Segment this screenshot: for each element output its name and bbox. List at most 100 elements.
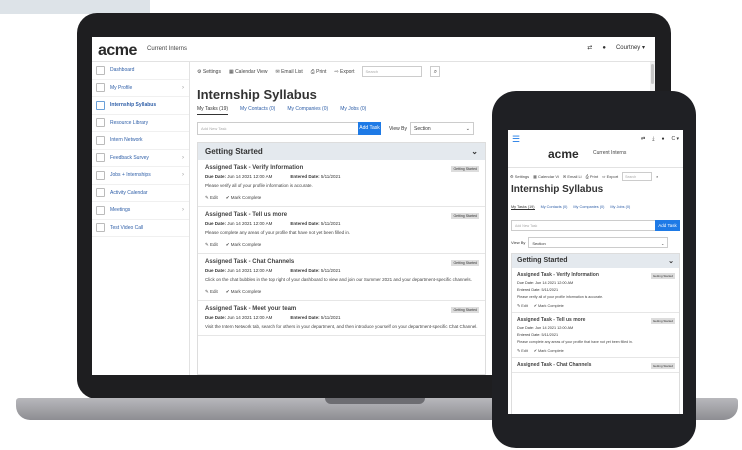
view-by-value: Section: [532, 241, 546, 246]
mark-complete-button[interactable]: ✔ Mark Complete: [534, 348, 564, 353]
download-icon[interactable]: ⤓: [652, 136, 654, 142]
sidebar-item-intern-network[interactable]: Intern Network: [92, 132, 189, 150]
tab-my-tasks[interactable]: My Tasks (19): [511, 205, 535, 210]
tab-my-companies[interactable]: My Companies (0): [573, 205, 604, 210]
laptop-notch: [325, 398, 425, 404]
due-date: Jun 14 2021 12:00 AM: [227, 221, 273, 226]
task-title[interactable]: Assigned Task - Verify Information: [205, 165, 478, 171]
view-by-control: View By Section ⌄: [389, 122, 474, 135]
add-task-input[interactable]: Add New Task: [511, 220, 659, 231]
edit-button[interactable]: ✎ Edit: [205, 289, 218, 295]
entered-date: 5/11/2021: [320, 221, 341, 226]
task-actions: ✎ Edit ✔ Mark Complete: [517, 303, 674, 308]
add-task-input[interactable]: Add New Task: [197, 122, 380, 135]
search-icon[interactable]: ⌕: [656, 174, 658, 179]
switch-icon[interactable]: ⇄: [641, 136, 645, 142]
sidebar-item-resource-library[interactable]: Resource Library: [92, 115, 189, 132]
chevron-down-icon: ⌄: [668, 258, 674, 265]
search-icon[interactable]: ⌕: [430, 66, 441, 77]
status-badge: Getting Started: [451, 213, 479, 219]
task-title[interactable]: Assigned Task - Chat Channels: [205, 259, 478, 265]
sidebar-item-meetings[interactable]: Meetings ›: [92, 202, 189, 220]
toolbar: ⚙ Settings ▦ Calendar View ✉ Email List …: [197, 66, 441, 77]
entered-date-label: Entered Date:: [290, 315, 320, 320]
task-dates: Due Date: Jun 14 2021 12:00 AM Entered D…: [205, 221, 478, 226]
due-date-label: Due Date:: [205, 268, 227, 273]
sidebar-item-dashboard[interactable]: Dashboard: [92, 62, 189, 80]
sidebar-item-my-profile[interactable]: My Profile ›: [92, 80, 189, 97]
mark-complete-button[interactable]: ✔ Mark Complete: [226, 289, 262, 295]
sidebar-item-label: Internship Syllabus: [110, 102, 157, 109]
task-section: Getting Started ⌄ Assigned Task - Verify…: [197, 142, 486, 375]
task-description: Please complete any areas of your profil…: [517, 340, 633, 344]
status-badge: Getting Started: [650, 273, 675, 279]
sidebar-item-test-video-call[interactable]: Test Video Call: [92, 220, 189, 237]
acme-logo[interactable]: acme: [548, 147, 579, 161]
section-title: Getting Started: [205, 147, 263, 156]
task-card: Assigned Task - Verify Information Getti…: [198, 160, 485, 207]
view-by-label: View By: [511, 240, 526, 245]
email-list-button[interactable]: ✉ Email List: [276, 69, 303, 75]
export-button[interactable]: ⇨ Export: [602, 174, 618, 179]
calendar-view-button[interactable]: ▦ Calendar View: [229, 69, 268, 75]
due-date: Jun 14 2021 12:00 AM: [227, 315, 273, 320]
network-icon: [96, 135, 105, 145]
scrollbar-thumb[interactable]: [651, 64, 654, 84]
hamburger-menu-icon[interactable]: ☰: [512, 134, 520, 145]
user-menu[interactable]: Courtney ▾: [616, 44, 645, 51]
settings-button[interactable]: ⚙ Settings: [197, 69, 221, 75]
section-header[interactable]: Getting Started ⌄: [512, 254, 679, 268]
task-card: Assigned Task - Meet your team Getting S…: [198, 301, 485, 336]
sidebar: Dashboard My Profile › Internship Syllabu…: [92, 62, 190, 375]
portal-name: Current Interns: [147, 46, 188, 52]
briefcase-icon: [96, 170, 105, 180]
acme-logo[interactable]: acme: [98, 42, 137, 60]
user-menu[interactable]: C ▾: [671, 136, 679, 142]
mark-complete-button[interactable]: ✔ Mark Complete: [226, 195, 262, 201]
tab-my-companies[interactable]: My Companies (0): [287, 106, 328, 115]
mark-complete-button[interactable]: ✔ Mark Complete: [226, 242, 262, 248]
chat-icon[interactable]: ●: [661, 136, 664, 142]
view-by-select[interactable]: Section ⌄: [409, 122, 474, 135]
edit-button[interactable]: ✎ Edit: [205, 195, 218, 201]
sidebar-item-jobs-internships[interactable]: Jobs + Internships ›: [92, 167, 189, 185]
phone-screen: ☰ ⇄ ⤓ ● C ▾ acme Current Interns ⚙ Setti…: [508, 130, 683, 414]
people-icon: [96, 100, 105, 110]
chat-icon[interactable]: ●: [602, 45, 606, 51]
settings-button[interactable]: ⚙ Settings: [510, 174, 529, 179]
edit-button[interactable]: ✎ Edit: [517, 348, 528, 353]
tab-my-tasks[interactable]: My Tasks (19): [197, 106, 229, 115]
tab-my-jobs[interactable]: My Jobs (0): [610, 205, 630, 210]
add-task-button[interactable]: Add Task: [655, 220, 680, 231]
search-input[interactable]: Search: [362, 66, 423, 77]
task-actions: ✎ Edit ✔ Mark Complete: [205, 289, 478, 295]
calendar-icon: [96, 188, 105, 198]
tab-my-jobs[interactable]: My Jobs (0): [340, 106, 366, 115]
search-input[interactable]: Search: [622, 172, 653, 181]
tab-my-contacts[interactable]: My Contacts (0): [541, 205, 568, 210]
email-list-button[interactable]: ✉ Email Li: [563, 174, 582, 179]
view-by-select[interactable]: Section ⌄: [528, 237, 669, 248]
sidebar-item-feedback-survey[interactable]: Feedback Survey ›: [92, 150, 189, 167]
top-bar: acme Current Interns ⇄ ● Courtney ▾: [92, 37, 655, 62]
sidebar-item-internship-syllabus[interactable]: Internship Syllabus: [92, 97, 189, 115]
switch-icon[interactable]: ⇄: [587, 44, 592, 51]
edit-button[interactable]: ✎ Edit: [205, 242, 218, 248]
tab-bar: My Tasks (19) My Contacts (0) My Compani…: [197, 106, 366, 115]
task-title[interactable]: Assigned Task - Tell us more: [205, 212, 478, 218]
due-date-label: Due Date:: [205, 174, 227, 179]
tab-my-contacts[interactable]: My Contacts (0): [240, 106, 275, 115]
sidebar-item-activity-calendar[interactable]: Activity Calendar: [92, 185, 189, 202]
edit-button[interactable]: ✎ Edit: [517, 303, 528, 308]
add-task-button[interactable]: Add Task: [358, 122, 381, 135]
task-title[interactable]: Assigned Task - Meet your team: [205, 306, 478, 312]
section-header[interactable]: Getting Started ⌄: [198, 143, 485, 160]
print-button[interactable]: ⎙ Print: [311, 69, 327, 75]
mark-complete-button[interactable]: ✔ Mark Complete: [534, 303, 564, 308]
print-button[interactable]: ⎙ Print: [586, 174, 599, 179]
calendar-view-button[interactable]: ▦ Calendar Vi: [533, 174, 559, 179]
chevron-right-icon: ›: [182, 84, 184, 91]
user-name: Courtney: [615, 45, 641, 51]
export-button[interactable]: ⇨ Export: [334, 69, 354, 75]
sidebar-item-label: Activity Calendar: [110, 189, 148, 196]
